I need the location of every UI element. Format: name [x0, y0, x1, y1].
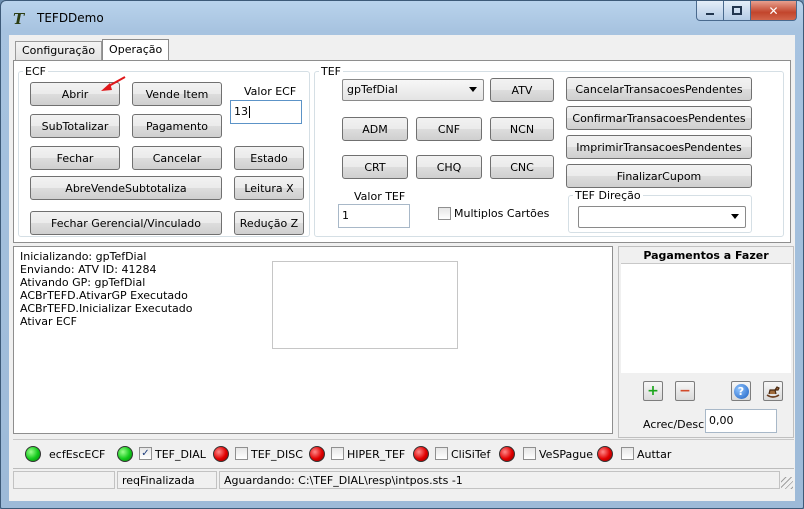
- status-panel-request: reqFinalizada: [117, 471, 217, 489]
- valor-tef-value: 1: [342, 209, 349, 222]
- remove-icon: −: [679, 383, 691, 399]
- status-led: [213, 446, 229, 462]
- indicator-label-auttar: Auttar: [637, 448, 672, 461]
- maximize-button[interactable]: [724, 1, 751, 21]
- indicator-label-hiper-tef: HIPER_TEF: [347, 448, 406, 461]
- indicator-label-ecfescecf: ecfEscECF: [49, 448, 106, 461]
- ecf-legend: ECF: [25, 65, 46, 78]
- valor-ecf-value: 13: [234, 105, 248, 118]
- reducao-z-button[interactable]: Redução Z: [234, 211, 304, 235]
- crt-button[interactable]: CRT: [342, 155, 408, 179]
- gp-select[interactable]: gpTefDial: [342, 79, 484, 101]
- acrec-desc-input[interactable]: 0,00: [705, 409, 777, 433]
- vende-item-button[interactable]: Vende Item: [132, 82, 222, 106]
- dropdown-arrow-icon: [731, 214, 739, 219]
- tef-dial-checkbox[interactable]: ✓: [139, 447, 152, 460]
- operacao-panel: ECF Abrir Vende Item Valor ECF 13 SubTot…: [13, 60, 791, 243]
- status-led: [309, 446, 325, 462]
- add-payment-button[interactable]: +: [643, 381, 663, 401]
- tefd-app-icon: T: [13, 10, 25, 28]
- resize-grip[interactable]: [781, 477, 793, 489]
- payments-list[interactable]: [621, 263, 791, 373]
- valor-ecf-label: Valor ECF: [244, 85, 297, 98]
- imprimir-transacoes-pendentes-button[interactable]: ImprimirTransacoesPendentes: [566, 135, 752, 159]
- valor-tef-label: Valor TEF: [354, 190, 406, 203]
- log-memo[interactable]: Inicializando: gpTefDial Enviando: ATV I…: [13, 246, 613, 434]
- valor-tef-input[interactable]: 1: [338, 204, 410, 228]
- cnc-button[interactable]: CNC: [490, 155, 554, 179]
- tab-operacao[interactable]: Operação: [102, 39, 170, 61]
- status-led: [25, 446, 41, 462]
- rocking-horse-button[interactable]: [763, 381, 783, 401]
- tef-disc-checkbox[interactable]: [235, 447, 248, 460]
- pagamento-button[interactable]: Pagamento: [132, 114, 222, 138]
- status-panel-waiting: Aguardando: C:\TEF_DIAL\resp\intpos.sts …: [219, 471, 780, 489]
- gp-select-value: gpTefDial: [347, 83, 398, 96]
- maximize-icon: [732, 5, 742, 15]
- indicator-label-tef-dial: TEF_DIAL: [155, 448, 206, 461]
- window-title: TEFDDemo: [37, 11, 104, 25]
- tab-configuracao[interactable]: Configuração: [15, 41, 103, 61]
- tef-direcao-legend: TEF Direção: [575, 189, 641, 202]
- estado-button[interactable]: Estado: [234, 146, 304, 170]
- clisitef-checkbox[interactable]: [435, 447, 448, 460]
- caption-buttons: ✕: [696, 1, 797, 21]
- status-panel-1: [13, 471, 115, 489]
- indicator-label-tef-disc: TEF_DISC: [251, 448, 303, 461]
- vespague-checkbox[interactable]: [523, 447, 536, 460]
- confirmar-transacoes-pendentes-button[interactable]: ConfirmarTransacoesPendentes: [566, 106, 752, 130]
- hiper-tef-checkbox[interactable]: [331, 447, 344, 460]
- close-button[interactable]: ✕: [751, 1, 797, 21]
- receipt-preview-box: [272, 261, 458, 349]
- payments-title: Pagamentos a Fazer: [643, 249, 769, 262]
- multiplos-cartoes-label: Multiplos Cartões: [454, 207, 550, 220]
- text-caret: [249, 106, 250, 118]
- status-led: [499, 446, 515, 462]
- client-area: Configuração Operação ECF Abrir Vende It…: [9, 35, 795, 501]
- acrec-desc-label: Acrec/Desc: [643, 418, 705, 431]
- cancelar-button[interactable]: Cancelar: [132, 146, 222, 170]
- status-led: [117, 446, 133, 462]
- minimize-icon: [706, 12, 714, 15]
- tef-legend: TEF: [321, 65, 341, 78]
- auttar-checkbox[interactable]: [621, 447, 634, 460]
- ncn-button[interactable]: NCN: [490, 117, 554, 141]
- help-button[interactable]: ?: [731, 381, 751, 401]
- help-icon: ?: [733, 383, 749, 399]
- leitura-x-button[interactable]: Leitura X: [234, 176, 304, 200]
- cancelar-transacoes-pendentes-button[interactable]: CancelarTransacoesPendentes: [566, 77, 752, 101]
- atv-button[interactable]: ATV: [490, 78, 554, 102]
- subtotalizar-button[interactable]: SubTotalizar: [30, 114, 120, 138]
- status-bar: reqFinalizada Aguardando: C:\TEF_DIAL\re…: [13, 468, 794, 490]
- indicator-label-vespague: VeSPague: [539, 448, 594, 461]
- indicator-label-clisitef: CliSiTef: [451, 448, 491, 461]
- add-icon: +: [647, 383, 659, 399]
- fechar-gerencial-button[interactable]: Fechar Gerencial/Vinculado: [30, 211, 222, 235]
- close-icon: ✕: [768, 3, 779, 18]
- remove-payment-button[interactable]: −: [675, 381, 695, 401]
- rocking-horse-icon: [766, 386, 780, 398]
- app-window: T TEFDDemo ✕ Configuração Operação ECF A…: [0, 0, 804, 509]
- acrec-desc-value: 0,00: [709, 414, 734, 427]
- dropdown-arrow-icon: [469, 87, 477, 92]
- payments-panel: Pagamentos a Fazer + − ? Acrec/Desc 0,00: [618, 246, 794, 438]
- indicator-row: ecfEscECF ✓ TEF_DIAL TEF_DISC HIPER_TEF …: [13, 439, 794, 467]
- status-led: [597, 446, 613, 462]
- status-led: [413, 446, 429, 462]
- tef-direcao-select[interactable]: [578, 206, 746, 228]
- chq-button[interactable]: CHQ: [416, 155, 482, 179]
- adm-button[interactable]: ADM: [342, 117, 408, 141]
- multiplos-cartoes-checkbox[interactable]: [438, 207, 451, 220]
- finalizar-cupom-button[interactable]: FinalizarCupom: [566, 164, 752, 188]
- fechar-button[interactable]: Fechar: [30, 146, 120, 170]
- pointer-arrow-icon: [101, 76, 126, 91]
- abre-vende-subtotaliza-button[interactable]: AbreVendeSubtotaliza: [30, 176, 222, 200]
- valor-ecf-input[interactable]: 13: [230, 100, 302, 124]
- cnf-button[interactable]: CNF: [416, 117, 482, 141]
- title-bar[interactable]: T TEFDDemo ✕: [1, 1, 803, 35]
- tab-strip: Configuração Operação: [15, 39, 170, 61]
- minimize-button[interactable]: [696, 1, 724, 21]
